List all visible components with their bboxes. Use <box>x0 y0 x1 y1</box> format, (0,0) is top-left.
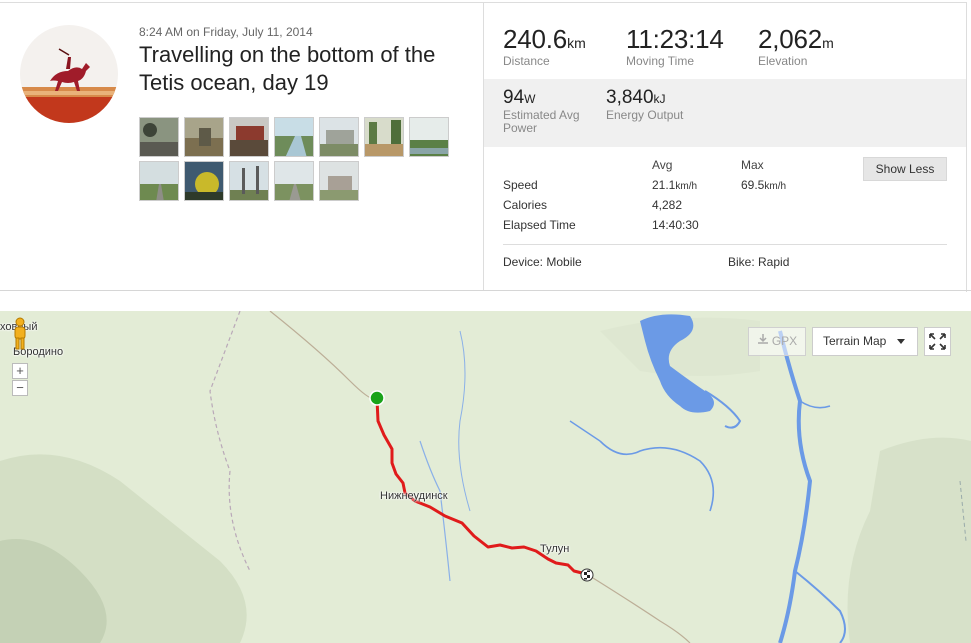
distance-unit: km <box>567 35 586 51</box>
photo-thumbnail[interactable] <box>184 117 224 157</box>
photo-thumbnail[interactable] <box>274 117 314 157</box>
power-value: 94 <box>503 87 525 108</box>
moving-time-value: 11:23:14 <box>626 24 724 54</box>
pegman-icon[interactable] <box>12 317 28 351</box>
elevation-value: 2,062 <box>758 24 823 54</box>
meta-divider <box>503 244 947 245</box>
speed-max: 69.5km/h <box>741 178 786 192</box>
elapsed-time-avg: 14:40:30 <box>652 218 699 232</box>
photo-thumbnail[interactable] <box>139 117 179 157</box>
photo-thumbnail[interactable] <box>274 161 314 201</box>
distance-stat: 240.6km Distance <box>503 24 586 68</box>
energy-unit: kJ <box>653 92 666 106</box>
photo-thumbnail[interactable] <box>319 161 359 201</box>
athlete-avatar[interactable] <box>20 25 118 123</box>
speed-avg: 21.1km/h <box>652 178 697 192</box>
activity-timestamp: 8:24 AM on Friday, July 11, 2014 <box>139 25 313 39</box>
download-icon <box>757 328 769 355</box>
elevation-unit: m <box>822 35 834 51</box>
power-stat: 94W Estimated Avg Power <box>503 87 580 135</box>
power-unit: W <box>524 92 536 106</box>
caret-down-icon <box>897 339 905 344</box>
checkered-flag-icon[interactable] <box>580 568 594 582</box>
show-less-button[interactable]: Show Less <box>863 157 947 181</box>
bike-info: Bike: Rapid <box>728 255 790 269</box>
map-terrain <box>0 311 971 643</box>
photo-thumbnail[interactable] <box>229 161 269 201</box>
town-label-tulun: Тулун <box>540 543 570 555</box>
elevation-label: Elevation <box>758 54 808 68</box>
energy-stat: 3,840kJ Energy Output <box>606 87 683 122</box>
moving-time-label: Moving Time <box>626 54 695 68</box>
fullscreen-button[interactable] <box>924 327 951 356</box>
photo-thumbnail[interactable] <box>139 161 179 201</box>
photo-thumbnail[interactable] <box>319 117 359 157</box>
map-type-label: Terrain Map <box>823 334 887 348</box>
moving-time-stat: 11:23:14 Moving Time <box>626 24 724 68</box>
fullscreen-icon <box>925 333 950 359</box>
elevation-stat: 2,062m Elevation <box>758 24 834 68</box>
town-label-nizhneudinsk: Нижнеудинск <box>380 490 448 502</box>
photo-thumbnail[interactable] <box>364 117 404 157</box>
distance-value: 240.6 <box>503 24 568 54</box>
speed-max-value: 69.5 <box>741 178 765 192</box>
speed-label: Speed <box>503 178 538 192</box>
calories-avg: 4,282 <box>652 198 683 212</box>
zoom-out-button[interactable]: − <box>12 380 28 396</box>
speed-max-unit: km/h <box>764 181 787 192</box>
distance-label: Distance <box>503 54 550 68</box>
route-map[interactable]: Нижнеудинск Тулун ховный Бородино + − GP… <box>0 311 971 643</box>
max-column-header: Max <box>741 158 764 172</box>
zoom-in-button[interactable]: + <box>12 363 28 379</box>
photo-thumbnail[interactable] <box>184 161 224 201</box>
calories-label: Calories <box>503 198 548 212</box>
activity-title: Travelling on the bottom of the Tetis oc… <box>139 42 436 95</box>
gpx-label: GPX <box>771 334 798 348</box>
card-border-bottom <box>0 290 971 291</box>
energy-label: Energy Output <box>606 108 684 122</box>
energy-value: 3,840 <box>606 87 654 108</box>
power-label-line2: Power <box>503 121 538 135</box>
activity-card: 8:24 AM on Friday, July 11, 2014 Travell… <box>0 0 971 292</box>
card-border-right <box>966 2 967 292</box>
avg-column-header: Avg <box>652 158 673 172</box>
photo-thumbnail[interactable] <box>409 117 449 157</box>
map-type-dropdown[interactable]: Terrain Map <box>812 327 918 356</box>
speed-avg-value: 21.1 <box>652 178 676 192</box>
speed-avg-unit: km/h <box>675 181 698 192</box>
start-marker[interactable] <box>369 390 385 406</box>
gpx-download-button[interactable]: GPX <box>748 327 806 356</box>
photo-thumbnail[interactable] <box>229 117 269 157</box>
device-info: Device: Mobile <box>503 255 582 269</box>
elapsed-time-label: Elapsed Time <box>503 218 576 232</box>
